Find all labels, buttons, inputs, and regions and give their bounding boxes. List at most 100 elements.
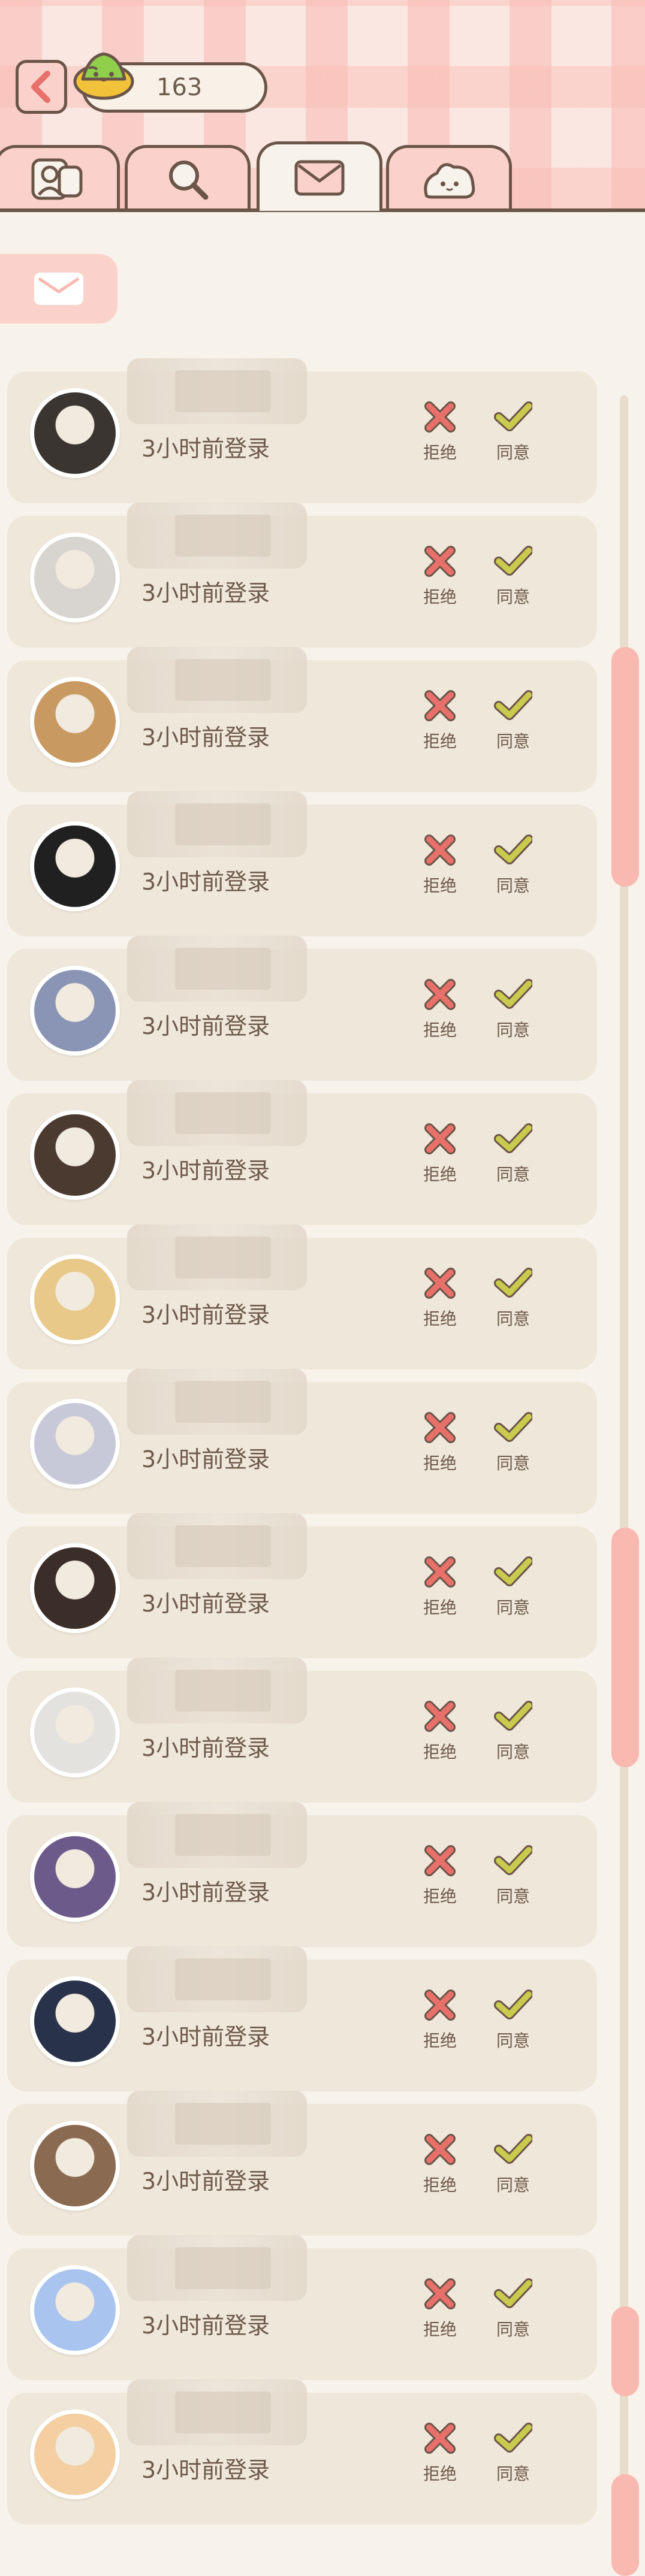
reject-label: 拒绝 bbox=[423, 1309, 457, 1329]
reject-button[interactable]: 拒绝 bbox=[410, 1408, 470, 1480]
reject-label: 拒绝 bbox=[423, 2175, 457, 2195]
reject-button[interactable]: 拒绝 bbox=[410, 1842, 470, 1913]
check-icon bbox=[494, 1701, 532, 1731]
cross-icon bbox=[424, 2278, 456, 2309]
avatar[interactable] bbox=[30, 1976, 120, 2066]
cross-icon bbox=[424, 979, 456, 1010]
reject-button[interactable]: 拒绝 bbox=[410, 398, 470, 470]
blurred-username bbox=[127, 936, 307, 1002]
check-icon bbox=[494, 1123, 532, 1153]
reject-button[interactable]: 拒绝 bbox=[410, 687, 470, 758]
cross-icon bbox=[424, 546, 456, 577]
scroll-marker bbox=[611, 2474, 639, 2576]
accept-button[interactable]: 同意 bbox=[483, 542, 543, 614]
reject-button[interactable]: 拒绝 bbox=[410, 2130, 470, 2202]
reject-label: 拒绝 bbox=[423, 2464, 457, 2484]
scrollbar-thumb[interactable] bbox=[611, 647, 639, 887]
last-login-status: 3小时前登录 bbox=[141, 1591, 270, 1617]
accept-button[interactable]: 同意 bbox=[483, 687, 543, 758]
tab-pet[interactable] bbox=[386, 145, 512, 210]
blurred-username bbox=[127, 2235, 307, 2301]
reject-button[interactable]: 拒绝 bbox=[410, 1264, 470, 1336]
accept-label: 同意 bbox=[496, 1598, 530, 1617]
accept-button[interactable]: 同意 bbox=[483, 975, 543, 1047]
avatar[interactable] bbox=[30, 2265, 120, 2355]
reject-button[interactable]: 拒绝 bbox=[410, 1697, 470, 1769]
avatar[interactable] bbox=[30, 1543, 120, 1633]
reject-label: 拒绝 bbox=[423, 2320, 457, 2339]
accept-button[interactable]: 同意 bbox=[483, 1986, 543, 2058]
blurred-username bbox=[127, 503, 307, 569]
accept-label: 同意 bbox=[496, 1309, 530, 1329]
blurred-username bbox=[127, 647, 307, 713]
avatar[interactable] bbox=[30, 1688, 120, 1777]
magnifier-icon bbox=[169, 160, 209, 199]
tab-search[interactable] bbox=[125, 145, 251, 210]
avatar[interactable] bbox=[30, 2409, 120, 2499]
accept-label: 同意 bbox=[496, 2320, 530, 2339]
check-icon bbox=[494, 979, 532, 1009]
tab-profile[interactable] bbox=[0, 145, 120, 210]
accept-button[interactable]: 同意 bbox=[483, 1842, 543, 1913]
accept-button[interactable]: 同意 bbox=[483, 1553, 543, 1625]
accept-label: 同意 bbox=[496, 2464, 530, 2484]
reject-button[interactable]: 拒绝 bbox=[410, 831, 470, 903]
avatar[interactable] bbox=[30, 1254, 120, 1344]
check-icon bbox=[494, 1412, 532, 1442]
request-row: 3小时前登录 拒绝 同意 bbox=[7, 791, 597, 936]
reject-button[interactable]: 拒绝 bbox=[410, 1553, 470, 1625]
avatar[interactable] bbox=[30, 533, 120, 622]
reject-label: 拒绝 bbox=[423, 587, 457, 607]
request-row: 3小时前登录 拒绝 同意 bbox=[7, 647, 597, 792]
last-login-status: 3小时前登录 bbox=[141, 2312, 270, 2339]
accept-button[interactable]: 同意 bbox=[483, 831, 543, 903]
check-icon bbox=[494, 2423, 532, 2453]
reject-button[interactable]: 拒绝 bbox=[410, 542, 470, 614]
last-login-status: 3小时前登录 bbox=[141, 1879, 270, 1906]
request-row: 3小时前登录 拒绝 同意 bbox=[7, 1080, 597, 1225]
request-row: 3小时前登录 拒绝 同意 bbox=[7, 936, 597, 1081]
accept-button[interactable]: 同意 bbox=[483, 2275, 543, 2347]
accept-button[interactable]: 同意 bbox=[483, 2419, 543, 2491]
slime-coin-icon bbox=[73, 52, 134, 100]
avatar[interactable] bbox=[30, 677, 120, 767]
check-icon bbox=[494, 2278, 532, 2308]
reject-button[interactable]: 拒绝 bbox=[410, 2419, 470, 2491]
reject-button[interactable]: 拒绝 bbox=[410, 975, 470, 1047]
check-icon bbox=[494, 2134, 532, 2164]
request-row: 3小时前登录 拒绝 同意 bbox=[7, 1369, 597, 1514]
cross-icon bbox=[424, 690, 456, 721]
accept-button[interactable]: 同意 bbox=[483, 1408, 543, 1480]
accept-button[interactable]: 同意 bbox=[483, 1697, 543, 1769]
reject-button[interactable]: 拒绝 bbox=[410, 2275, 470, 2347]
request-row: 3小时前登录 拒绝 同意 bbox=[7, 1946, 597, 2091]
mail-filter-button[interactable] bbox=[0, 254, 117, 323]
last-login-status: 3小时前登录 bbox=[141, 580, 270, 606]
avatar[interactable] bbox=[30, 966, 120, 1056]
avatar[interactable] bbox=[30, 1399, 120, 1489]
accept-button[interactable]: 同意 bbox=[483, 2130, 543, 2202]
last-login-status: 3小时前登录 bbox=[141, 724, 270, 751]
accept-button[interactable]: 同意 bbox=[483, 1120, 543, 1192]
envelope-icon bbox=[294, 160, 345, 195]
avatar[interactable] bbox=[30, 1832, 120, 1922]
reject-button[interactable]: 拒绝 bbox=[410, 1120, 470, 1192]
avatar[interactable] bbox=[30, 2121, 120, 2211]
request-row: 3小时前登录 拒绝 同意 bbox=[7, 2235, 597, 2380]
last-login-status: 3小时前登录 bbox=[141, 2168, 270, 2194]
check-icon bbox=[494, 690, 532, 720]
blurred-username bbox=[127, 1946, 307, 2012]
avatar[interactable] bbox=[30, 1110, 120, 1200]
avatar[interactable] bbox=[30, 821, 120, 911]
cross-icon bbox=[424, 1845, 456, 1876]
tab-mail[interactable] bbox=[257, 141, 382, 211]
last-login-status: 3小时前登录 bbox=[141, 1302, 270, 1328]
cross-icon bbox=[424, 2134, 456, 2165]
accept-button[interactable]: 同意 bbox=[483, 398, 543, 470]
accept-button[interactable]: 同意 bbox=[483, 1264, 543, 1336]
reject-button[interactable]: 拒绝 bbox=[410, 1986, 470, 2058]
back-button[interactable] bbox=[16, 60, 67, 114]
avatar[interactable] bbox=[30, 388, 120, 478]
blurred-username bbox=[127, 1080, 307, 1146]
accept-label: 同意 bbox=[496, 876, 530, 896]
